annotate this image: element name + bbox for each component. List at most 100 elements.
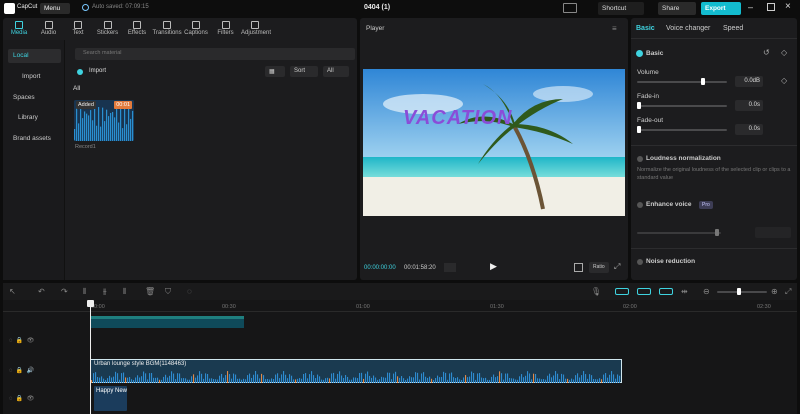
tab-speed[interactable]: Speed <box>723 25 743 32</box>
capcut-logo-icon <box>4 3 15 14</box>
timeline-clip-text[interactable]: Happy New <box>94 386 127 411</box>
media-panel: Media Audio Text Stickers Effects Transitions… <box>3 18 357 280</box>
tab-text[interactable]: Text <box>64 18 92 36</box>
fade-out-value[interactable]: 0.0s <box>735 124 763 135</box>
shield-icon[interactable]: ⛉ <box>165 287 171 297</box>
link-icon[interactable] <box>615 288 629 295</box>
tab-stickers[interactable]: Stickers <box>94 18 122 36</box>
fade-in-slider[interactable] <box>637 105 727 107</box>
volume-keyframe-icon[interactable]: ◇ <box>781 76 787 85</box>
loudness-description: Normalize the original loudness of the s… <box>637 167 791 181</box>
top-bar: CapCut Menu Auto saved: 07:09:15 0404 (1… <box>0 0 800 17</box>
tab-audio[interactable]: Audio <box>35 18 63 36</box>
track-3-controls-icon[interactable]: ◌ 🔒 👁 <box>9 395 34 402</box>
volume-slider[interactable] <box>637 81 727 83</box>
media-thumbnail[interactable]: Added 00:01 <box>74 100 134 141</box>
ruler-tick: 00:30 <box>222 304 236 310</box>
shortcut-button[interactable]: Shortcut <box>598 2 644 15</box>
video-preview[interactable]: VACATION <box>363 69 625 216</box>
timeline-clip-audio[interactable]: Urban lounge style BGM(1148463) <box>90 359 622 383</box>
zoom-knob[interactable] <box>737 288 741 295</box>
sidebar-item-brand-assets[interactable]: Brand assets <box>8 132 61 146</box>
divider-1 <box>631 145 797 146</box>
fit-timeline-icon[interactable]: ⤢ <box>785 287 791 297</box>
zoom-slider[interactable] <box>717 291 767 293</box>
microphone-icon[interactable]: 🎙 <box>591 287 601 296</box>
delete-icon[interactable]: 🗑 <box>145 287 155 296</box>
share-button[interactable]: Share <box>658 2 696 15</box>
split-left-icon[interactable]: ⫵ <box>103 287 107 297</box>
search-input[interactable]: Search material <box>75 48 355 60</box>
text-icon <box>74 21 82 29</box>
filter-button[interactable]: All <box>323 66 349 77</box>
close-icon[interactable]: × <box>785 1 791 12</box>
view-toggle-icon[interactable]: ▦ <box>265 66 285 77</box>
fade-out-knob[interactable] <box>637 126 641 133</box>
player-menu-icon[interactable]: ≡ <box>612 24 617 33</box>
fullscreen-icon[interactable]: ⤢ <box>614 262 620 272</box>
loudness-checkbox[interactable] <box>637 156 643 162</box>
enhance-voice-checkbox[interactable] <box>637 202 643 208</box>
keyframe-icon[interactable]: ◇ <box>781 48 787 57</box>
redo-icon[interactable]: ↷ <box>61 287 68 296</box>
marker-icon[interactable]: ◌ <box>187 287 192 296</box>
media-icon <box>15 21 23 29</box>
align-icon[interactable]: ⇹ <box>681 287 688 296</box>
tab-label: Audio <box>40 30 57 36</box>
overlay-text: VACATION <box>403 107 513 129</box>
enhance-slider <box>637 232 721 234</box>
sidebar-item-import[interactable]: Import <box>8 70 61 84</box>
zoom-in-icon[interactable]: ⊕ <box>771 287 778 296</box>
fade-in-knob[interactable] <box>637 102 641 109</box>
tab-label: Captions <box>184 30 208 36</box>
ruler-line <box>3 311 797 312</box>
tab-captions[interactable]: Captions <box>182 18 210 36</box>
tab-voice-changer[interactable]: Voice changer <box>666 25 710 32</box>
sidebar-item-local[interactable]: Local <box>8 49 61 63</box>
volume-knob[interactable] <box>701 78 705 85</box>
captions-icon <box>192 21 200 29</box>
volume-value[interactable]: 0.0dB <box>735 76 763 87</box>
tab-media[interactable]: Media <box>5 18 33 36</box>
ruler-tick: 01:30 <box>490 304 504 310</box>
sidebar-item-spaces[interactable]: Spaces <box>8 91 61 105</box>
select-tool-icon[interactable]: ↖ <box>9 287 16 296</box>
ratio-button[interactable]: Ratio <box>589 262 609 273</box>
loudness-label: Loudness normalization <box>646 155 721 162</box>
tab-basic[interactable]: Basic <box>636 25 655 32</box>
transitions-icon <box>162 21 171 29</box>
noise-reduction-checkbox[interactable] <box>637 259 643 265</box>
maximize-icon[interactable] <box>767 3 775 11</box>
timeline-clip-video[interactable] <box>91 316 244 328</box>
layout-icon[interactable] <box>563 3 577 13</box>
enhance-value <box>755 227 791 238</box>
sort-button[interactable]: Sort <box>290 66 318 77</box>
playhead-handle[interactable] <box>87 300 94 307</box>
basic-toggle-icon[interactable] <box>636 50 643 57</box>
minimize-icon[interactable]: – <box>748 2 753 12</box>
tab-effects[interactable]: Effects <box>123 18 151 36</box>
fade-out-slider[interactable] <box>637 129 727 131</box>
export-button[interactable]: Export <box>701 2 741 15</box>
menu-button[interactable]: Menu <box>40 3 70 14</box>
preview-axis-icon[interactable] <box>659 288 673 295</box>
tab-adjustment[interactable]: Adjustment <box>241 18 271 36</box>
split-right-icon[interactable]: ⫴ <box>123 287 126 297</box>
tab-filters[interactable]: Filters <box>212 18 240 36</box>
reset-icon[interactable]: ↺ <box>763 48 770 57</box>
split-icon[interactable]: ⫴ <box>83 287 86 297</box>
track-1-controls-icon[interactable]: ◌ 🔒 👁 <box>9 337 34 344</box>
import-button[interactable]: Import <box>75 67 113 78</box>
track-2-controls-icon[interactable]: ◌ 🔒 🔊 <box>9 367 34 374</box>
tab-transitions[interactable]: Transitions <box>153 18 182 36</box>
fit-icon[interactable] <box>574 263 583 272</box>
sidebar-item-library[interactable]: Library <box>8 111 61 125</box>
fade-in-value[interactable]: 0.0s <box>735 100 763 111</box>
fade-out-label: Fade-out <box>637 117 664 124</box>
zoom-out-icon[interactable]: ⊖ <box>703 287 710 296</box>
snap-icon[interactable] <box>637 288 651 295</box>
play-icon[interactable]: ▶ <box>490 261 497 272</box>
undo-icon[interactable]: ↶ <box>38 287 45 296</box>
playhead[interactable] <box>90 300 91 414</box>
timecode-format-icon[interactable] <box>444 263 456 272</box>
